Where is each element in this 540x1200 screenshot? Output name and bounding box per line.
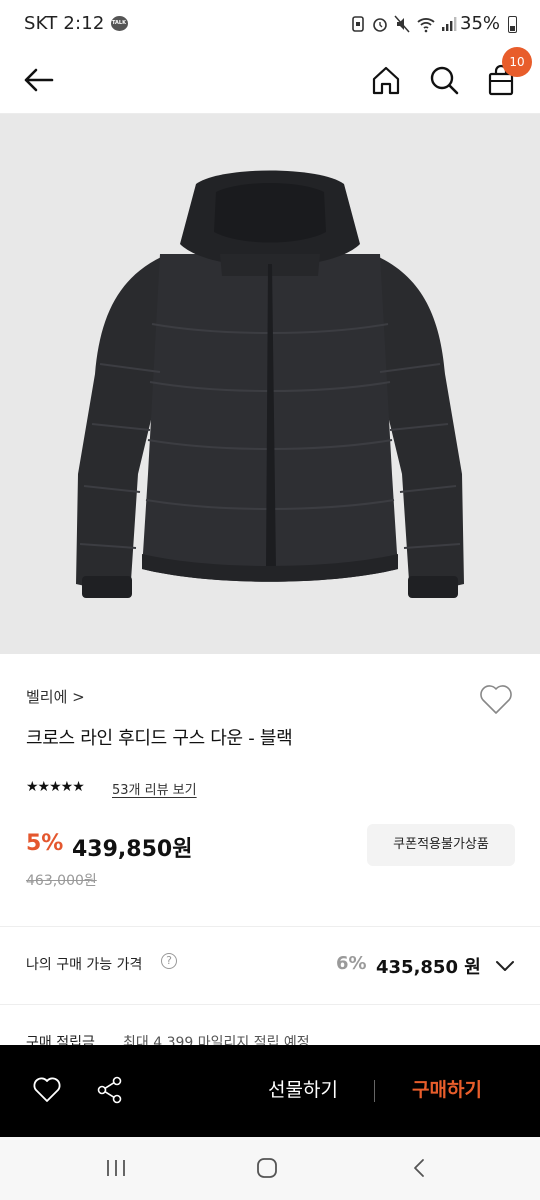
sale-price: 439,850원	[72, 837, 193, 862]
gift-button[interactable]: 선물하기	[248, 1075, 358, 1107]
product-image[interactable]	[0, 114, 540, 654]
wifi-icon	[417, 18, 435, 33]
signal-icon	[442, 17, 457, 31]
kakaotalk-icon	[111, 16, 128, 31]
alarm-icon	[373, 18, 387, 32]
chevron-down-icon[interactable]	[494, 955, 516, 977]
battery-icon	[508, 16, 517, 33]
discount-rate: 5%	[26, 831, 64, 856]
app-header: 10	[0, 47, 540, 114]
heart-icon[interactable]	[32, 1075, 62, 1105]
battery-percent: 35%	[460, 13, 501, 34]
help-icon[interactable]: ?	[161, 953, 177, 969]
system-nav-bar	[0, 1137, 540, 1200]
back-nav-icon[interactable]	[408, 1157, 430, 1179]
my-price-label: 나의 구매 가능 가격	[26, 957, 143, 973]
rating-stars: ★★★★★	[26, 779, 85, 795]
coupon-status-button[interactable]: 쿠폰적용불가상품	[367, 824, 515, 866]
mute-icon	[394, 15, 410, 33]
divider	[374, 1080, 375, 1102]
bottom-action-bar: 선물하기 구매하기	[0, 1045, 540, 1137]
search-icon[interactable]	[424, 60, 464, 100]
divider	[0, 1004, 540, 1005]
down-jacket-illustration	[76, 170, 464, 598]
screenshot-icon	[352, 16, 364, 32]
product-title: 크로스 라인 후디드 구스 다운 - 블랙	[26, 728, 293, 749]
wishlist-heart-icon[interactable]	[478, 682, 514, 716]
original-price: 463,000원	[26, 873, 97, 889]
my-price-value: 435,850 원	[376, 957, 481, 978]
share-icon[interactable]	[95, 1075, 125, 1105]
home-icon[interactable]	[366, 60, 406, 100]
review-link[interactable]: 53개 리뷰 보기	[112, 779, 197, 798]
buy-button[interactable]: 구매하기	[392, 1075, 502, 1107]
carrier-time: SKT 2:12	[24, 13, 105, 34]
cart-count-badge: 10	[502, 47, 532, 77]
status-icons	[350, 14, 460, 36]
divider	[0, 926, 540, 927]
brand-link[interactable]: 벨리에 >	[26, 686, 85, 707]
back-arrow-icon[interactable]	[18, 60, 58, 100]
home-nav-icon[interactable]	[255, 1156, 279, 1180]
status-bar: SKT 2:12 35%	[0, 0, 540, 50]
my-price-discount: 6%	[336, 953, 367, 974]
recent-apps-icon[interactable]	[104, 1157, 128, 1179]
